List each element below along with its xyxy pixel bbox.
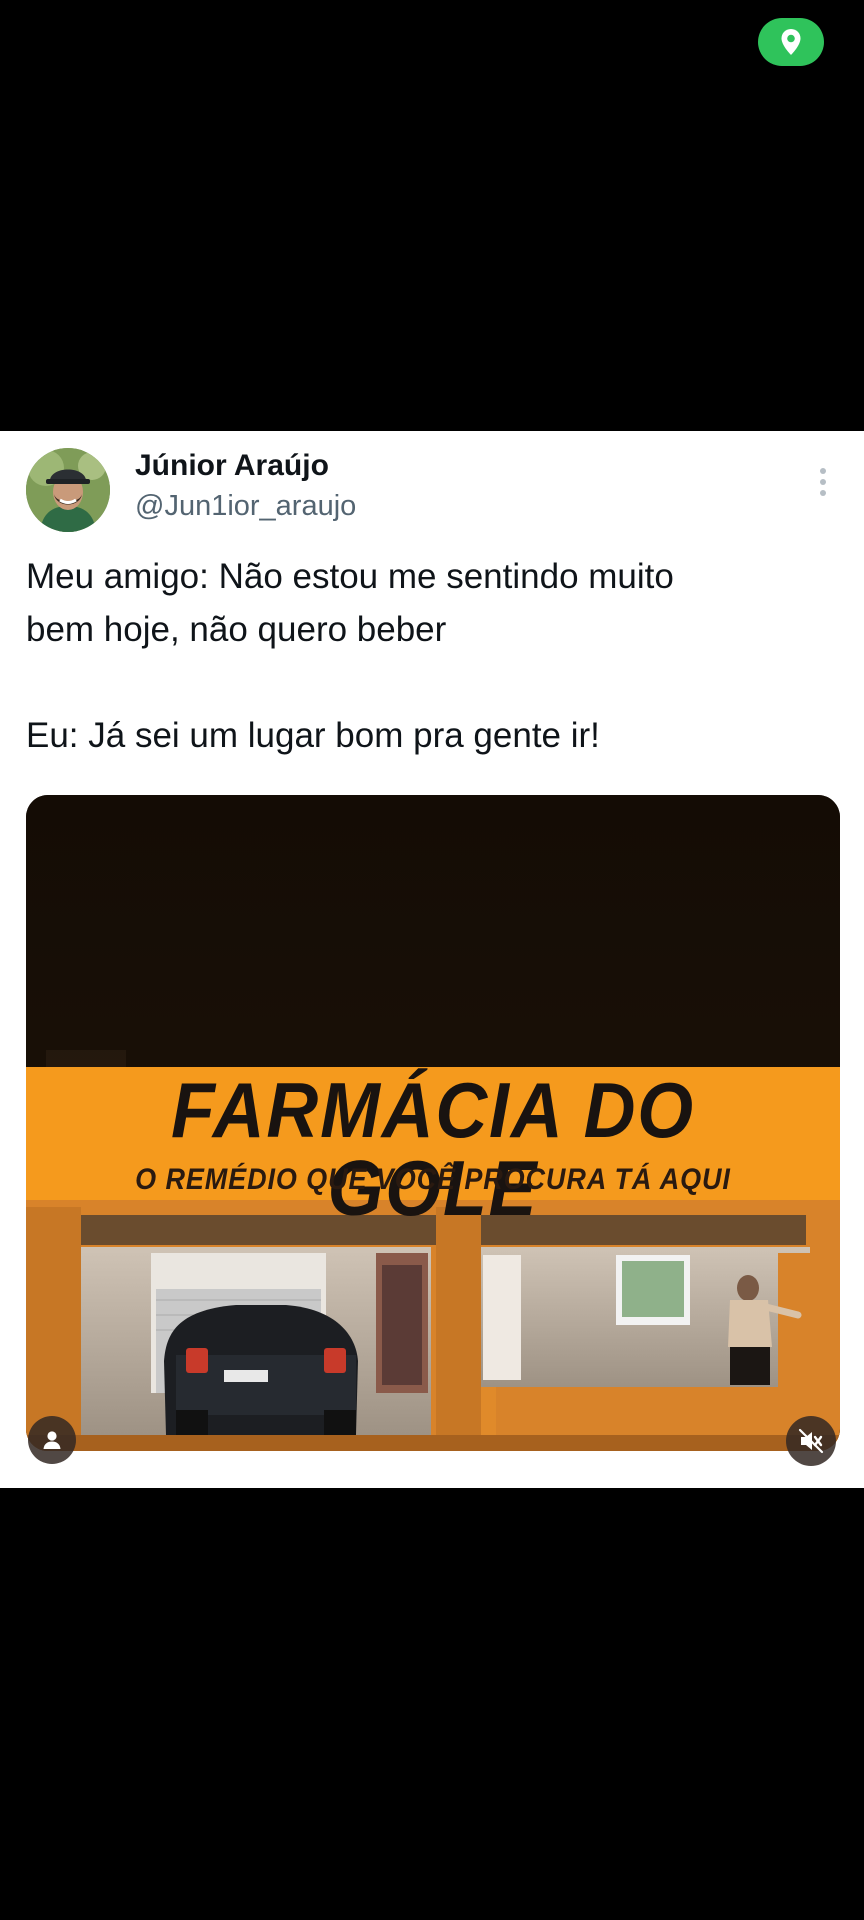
tweet-line: Meu amigo: Não estou me sentindo muito — [26, 557, 674, 596]
tweet-media[interactable]: FARMÁCIA DO GOLE O REMÉDIO QUE VOCÊ PROC… — [26, 795, 840, 1451]
location-indicator[interactable] — [758, 18, 824, 66]
mute-button[interactable] — [786, 1416, 836, 1466]
user-icon — [43, 1431, 61, 1449]
avatar-photo — [26, 448, 110, 532]
more-dot — [820, 468, 826, 474]
location-pin-icon — [781, 29, 801, 55]
avatar[interactable] — [26, 448, 110, 532]
more-options-button[interactable] — [808, 462, 838, 502]
tweet-text: Meu amigo: Não estou me sentindo muito b… — [26, 550, 846, 762]
sign-subtitle: O REMÉDIO QUE VOCÊ PROCURA TÁ AQUI — [135, 1163, 731, 1196]
author-handle[interactable]: @Jun1ior_araujo — [135, 486, 356, 526]
volume-muted-icon — [798, 1428, 824, 1454]
user-tag-button[interactable] — [28, 1416, 76, 1464]
more-dot — [820, 490, 826, 496]
more-dot — [820, 479, 826, 485]
author-name[interactable]: Júnior Araújo — [135, 446, 329, 486]
tweet-line: Eu: Já sei um lugar bom pra gente ir! — [26, 716, 600, 755]
tweet-line: bem hoje, não quero beber — [26, 610, 447, 649]
sign-title: FARMÁCIA DO GOLE — [171, 1066, 695, 1232]
